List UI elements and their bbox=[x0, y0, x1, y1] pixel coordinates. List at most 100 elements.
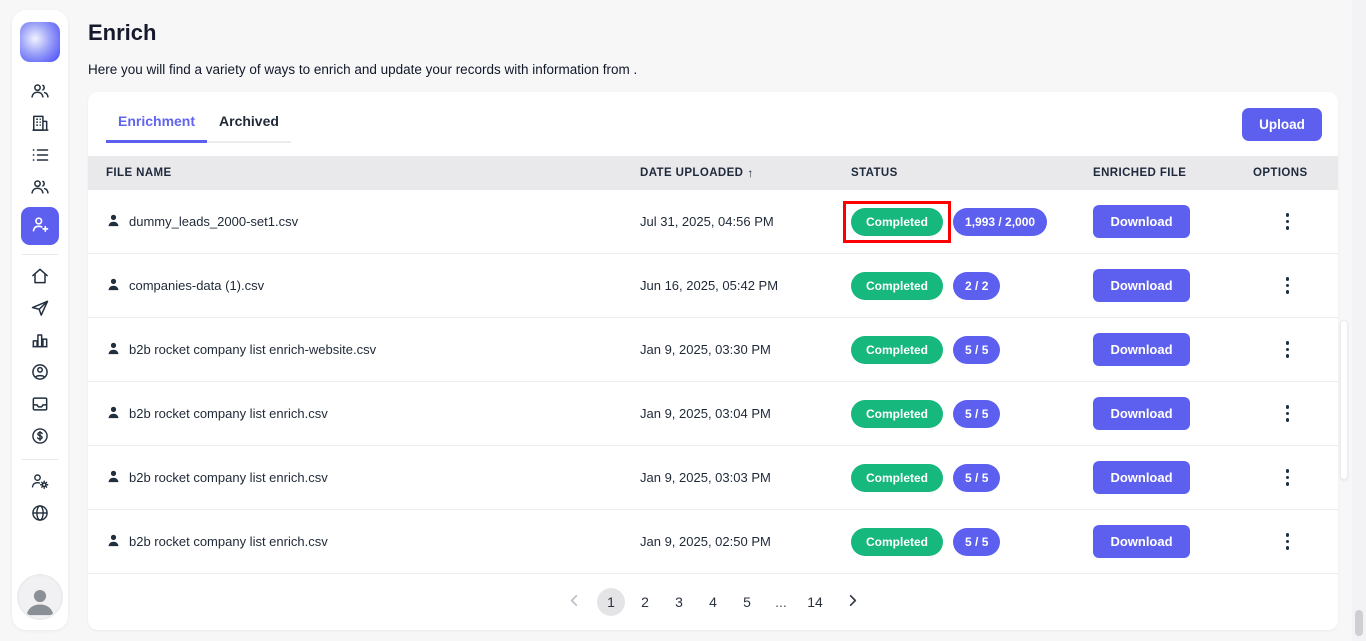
tab-bar: Enrichment Archived bbox=[106, 104, 291, 143]
table-row: dummy_leads_2000-set1.csv Jul 31, 2025, … bbox=[88, 190, 1338, 254]
file-name: dummy_leads_2000-set1.csv bbox=[129, 214, 298, 229]
table-row: b2b rocket company list enrich-website.c… bbox=[88, 318, 1338, 382]
status-cell: Completed 5 / 5 bbox=[851, 528, 1093, 556]
file-name-cell: b2b rocket company list enrich.csv bbox=[106, 405, 640, 423]
pagination-page-2[interactable]: 2 bbox=[631, 588, 659, 616]
status-badge-wrap: Completed bbox=[851, 272, 943, 300]
sort-ascending-icon: ↑ bbox=[747, 166, 753, 180]
sidebar-item-contacts[interactable] bbox=[24, 76, 56, 108]
options-cell bbox=[1253, 208, 1322, 236]
chevron-left-icon bbox=[567, 593, 582, 611]
main-content: Enrich Here you will find a variety of w… bbox=[88, 0, 1350, 641]
download-button[interactable]: Download bbox=[1093, 333, 1190, 366]
content-scrollbar-thumb[interactable] bbox=[1340, 320, 1348, 480]
status-badge-wrap: Completed bbox=[851, 400, 943, 428]
sidebar-item-enrich[interactable] bbox=[21, 207, 59, 245]
users-icon bbox=[30, 177, 50, 200]
options-cell bbox=[1253, 336, 1322, 364]
sidebar-item-campaigns[interactable] bbox=[24, 293, 56, 325]
person-icon bbox=[106, 469, 121, 487]
person-silhouette-icon bbox=[23, 584, 57, 618]
file-name: companies-data (1).csv bbox=[129, 278, 264, 293]
sidebar-item-leads[interactable] bbox=[24, 172, 56, 204]
column-header-enriched-file: ENRICHED FILE bbox=[1093, 167, 1253, 179]
sidebar-item-inbox[interactable] bbox=[24, 389, 56, 421]
table-row: b2b rocket company list enrich.csv Jan 9… bbox=[88, 382, 1338, 446]
sidebar-item-billing[interactable] bbox=[24, 421, 56, 453]
status-cell: Completed 5 / 5 bbox=[851, 464, 1093, 492]
file-name: b2b rocket company list enrich.csv bbox=[129, 406, 328, 421]
pagination-next-button[interactable] bbox=[838, 588, 866, 616]
status-cell: Completed 5 / 5 bbox=[851, 336, 1093, 364]
sidebar-item-analytics[interactable] bbox=[24, 325, 56, 357]
kebab-menu-icon[interactable] bbox=[1278, 208, 1298, 236]
tab-archived[interactable]: Archived bbox=[207, 104, 291, 143]
sidebar-item-profile[interactable] bbox=[24, 357, 56, 389]
status-badge: Completed bbox=[851, 272, 943, 300]
date-uploaded: Jan 9, 2025, 03:30 PM bbox=[640, 342, 851, 357]
sidebar-divider bbox=[22, 254, 58, 255]
card-toolbar: Enrichment Archived Upload bbox=[88, 92, 1338, 156]
pagination-pages: 12345...14 bbox=[594, 588, 832, 616]
pagination-prev-button[interactable] bbox=[560, 588, 588, 616]
status-cell: Completed 2 / 2 bbox=[851, 272, 1093, 300]
download-button[interactable]: Download bbox=[1093, 525, 1190, 558]
page-subtitle: Here you will find a variety of ways to … bbox=[88, 62, 1350, 77]
list-icon bbox=[30, 145, 50, 168]
kebab-menu-icon[interactable] bbox=[1278, 528, 1298, 556]
app-logo[interactable] bbox=[20, 22, 60, 62]
user-circle-icon bbox=[30, 362, 50, 385]
upload-button[interactable]: Upload bbox=[1242, 108, 1322, 141]
download-button[interactable]: Download bbox=[1093, 461, 1190, 494]
user-avatar[interactable] bbox=[17, 574, 63, 620]
file-name: b2b rocket company list enrich.csv bbox=[129, 470, 328, 485]
building-icon bbox=[30, 113, 50, 136]
kebab-menu-icon[interactable] bbox=[1278, 400, 1298, 428]
enriched-file-cell: Download bbox=[1093, 205, 1253, 238]
tab-enrichment[interactable]: Enrichment bbox=[106, 104, 207, 143]
table-row: b2b rocket company list enrich.csv Jan 9… bbox=[88, 510, 1338, 574]
file-name-cell: b2b rocket company list enrich.csv bbox=[106, 533, 640, 551]
page-title: Enrich bbox=[88, 0, 1350, 46]
person-icon bbox=[106, 277, 121, 295]
enriched-file-cell: Download bbox=[1093, 269, 1253, 302]
download-button[interactable]: Download bbox=[1093, 397, 1190, 430]
user-plus-icon bbox=[30, 214, 51, 238]
sidebar-item-web[interactable] bbox=[24, 498, 56, 530]
kebab-menu-icon[interactable] bbox=[1278, 336, 1298, 364]
kebab-menu-icon[interactable] bbox=[1278, 272, 1298, 300]
file-name-cell: dummy_leads_2000-set1.csv bbox=[106, 213, 640, 231]
table-row: companies-data (1).csv Jun 16, 2025, 05:… bbox=[88, 254, 1338, 318]
enriched-file-cell: Download bbox=[1093, 461, 1253, 494]
sidebar-item-lists[interactable] bbox=[24, 140, 56, 172]
person-icon bbox=[106, 405, 121, 423]
status-badge: Completed bbox=[851, 400, 943, 428]
options-cell bbox=[1253, 272, 1322, 300]
pagination-page-1[interactable]: 1 bbox=[597, 588, 625, 616]
date-uploaded: Jan 9, 2025, 02:50 PM bbox=[640, 534, 851, 549]
pagination-page-5[interactable]: 5 bbox=[733, 588, 761, 616]
file-name: b2b rocket company list enrich-website.c… bbox=[129, 342, 376, 357]
download-button[interactable]: Download bbox=[1093, 205, 1190, 238]
kebab-menu-icon[interactable] bbox=[1278, 464, 1298, 492]
status-badge-wrap: Completed bbox=[851, 528, 943, 556]
sidebar-item-companies[interactable] bbox=[24, 108, 56, 140]
pagination-page-4[interactable]: 4 bbox=[699, 588, 727, 616]
table-header: FILE NAME DATE UPLOADED ↑ STATUS ENRICHE… bbox=[88, 156, 1338, 190]
page-scrollbar-track bbox=[1352, 0, 1366, 641]
download-button[interactable]: Download bbox=[1093, 269, 1190, 302]
user-settings-icon bbox=[30, 471, 50, 494]
pagination-page-3[interactable]: 3 bbox=[665, 588, 693, 616]
options-cell bbox=[1253, 400, 1322, 428]
page-scrollbar-thumb[interactable] bbox=[1355, 610, 1363, 636]
column-header-date-uploaded[interactable]: DATE UPLOADED ↑ bbox=[640, 166, 851, 180]
count-badge: 5 / 5 bbox=[953, 336, 1000, 364]
sidebar-item-user-settings[interactable] bbox=[24, 466, 56, 498]
count-badge: 1,993 / 2,000 bbox=[953, 208, 1047, 236]
sidebar-divider bbox=[22, 459, 58, 460]
sidebar-item-home[interactable] bbox=[24, 261, 56, 293]
send-icon bbox=[30, 298, 50, 321]
pagination-page-14[interactable]: 14 bbox=[801, 588, 829, 616]
person-icon bbox=[106, 341, 121, 359]
date-uploaded: Jul 31, 2025, 04:56 PM bbox=[640, 214, 851, 229]
